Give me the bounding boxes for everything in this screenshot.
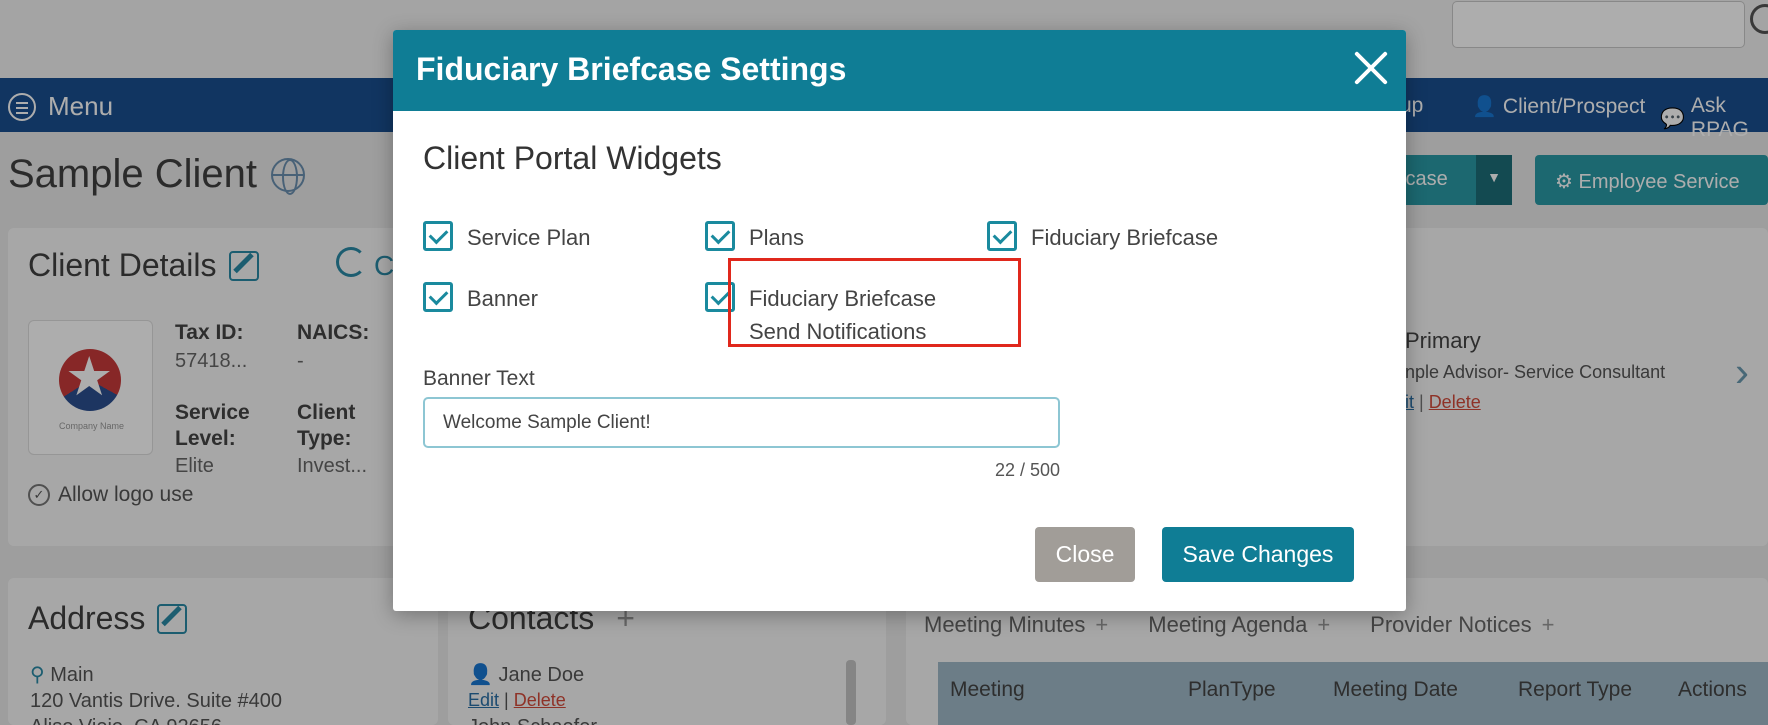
fiduciary-briefcase-settings-dialog: Fiduciary Briefcase Settings Client Port…: [393, 30, 1406, 611]
checkbox-checked-icon[interactable]: [987, 221, 1017, 251]
section-title: Client Portal Widgets: [423, 140, 722, 176]
character-count: 22 / 500: [994, 460, 1060, 480]
widget-fiduciary-briefcase[interactable]: Fiduciary Briefcase: [987, 221, 1218, 254]
widget-plans[interactable]: Plans: [705, 221, 804, 254]
banner-text-label: Banner Text: [423, 367, 535, 390]
dialog-title: Fiduciary Briefcase Settings: [416, 51, 847, 87]
widget-banner[interactable]: Banner: [423, 282, 538, 315]
highlight-annotation: [728, 258, 1021, 347]
widget-service-plan[interactable]: Service Plan: [423, 221, 591, 254]
checkbox-checked-icon[interactable]: [705, 221, 735, 251]
dialog-header: Fiduciary Briefcase Settings: [393, 30, 1406, 111]
checkbox-checked-icon[interactable]: [423, 221, 453, 251]
banner-text-input[interactable]: [423, 397, 1060, 448]
checkbox-checked-icon[interactable]: [423, 282, 453, 312]
close-icon[interactable]: [1351, 48, 1391, 88]
close-button[interactable]: Close: [1035, 527, 1135, 582]
save-changes-button[interactable]: Save Changes: [1162, 527, 1354, 582]
